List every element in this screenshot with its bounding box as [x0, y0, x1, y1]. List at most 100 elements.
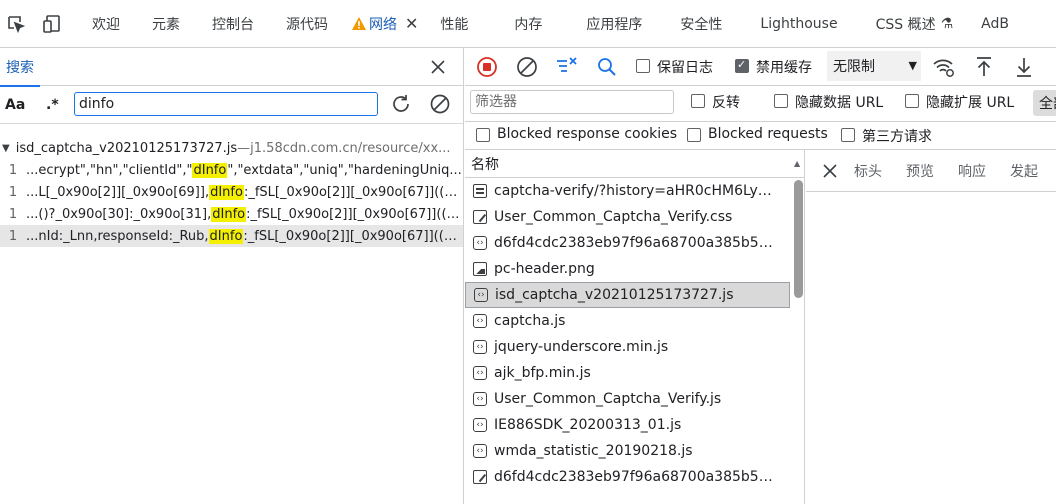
- request-row[interactable]: User_Common_Captcha_Verify.js: [465, 386, 790, 412]
- request-name: isd_captcha_v20210125173727.js: [495, 287, 734, 303]
- match-after: :_fSL[_0x90o[2]][_0x90o[67]]((0,_t...: [243, 184, 462, 200]
- tab-welcome[interactable]: 欢迎: [76, 0, 136, 47]
- tab-security[interactable]: 安全性: [658, 0, 738, 47]
- disable-cache-checkbox[interactable]: [735, 58, 749, 73]
- tab-lighthouse[interactable]: Lighthouse: [738, 0, 853, 47]
- throttling-select[interactable]: 无限制 ▼: [827, 51, 921, 81]
- match-line-number: 1: [8, 162, 18, 178]
- close-tab-icon[interactable]: ✕: [405, 14, 418, 33]
- request-list: 名称 ▲ captcha-verify/?history=aHR0cHM6Ly9…: [465, 150, 805, 504]
- request-row[interactable]: captcha-verify/?history=aHR0cHM6Ly9ia...: [465, 178, 790, 204]
- result-file-path: j1.58cdn.com.cn/resource/xx...: [250, 140, 451, 156]
- disable-cache-label: 禁用缓存: [756, 60, 812, 76]
- match-before: ...nId:_Lnn,responseId:_Rub,: [26, 228, 209, 244]
- match-before: ...()?_0x90o[30]:_0x90o[31],: [26, 206, 212, 222]
- network-panel: 保留日志 禁用缓存 无限制 ▼ 反转 隐藏数据 URL 隐藏扩展 URL 全部 …: [465, 48, 1056, 504]
- clear-search-icon[interactable]: [428, 92, 452, 116]
- filter-bar: 反转 隐藏数据 URL 隐藏扩展 URL 全部: [465, 86, 1056, 122]
- tab-headers[interactable]: 标头: [842, 161, 894, 181]
- tab-memory[interactable]: 内存: [484, 0, 558, 47]
- filter-bar-secondary: Blocked response cookies Blocked request…: [465, 122, 1056, 150]
- match-line-number: 1: [8, 184, 18, 200]
- search-match-row[interactable]: 1 ...()?_0x90o[30]:_0x90o[31],dInfo:_fSL…: [0, 203, 463, 225]
- scrollbar-thumb[interactable]: [794, 180, 803, 298]
- tab-initiator[interactable]: 发起: [998, 161, 1050, 181]
- request-row[interactable]: User_Common_Captcha_Verify.css: [465, 204, 790, 230]
- hide-data-urls-checkbox[interactable]: [774, 94, 788, 108]
- js-file-icon: [473, 236, 487, 250]
- js-file-icon: [473, 314, 487, 328]
- blocked-requests-label: Blocked requests: [708, 126, 828, 142]
- regex-button[interactable]: .*: [46, 97, 59, 113]
- experiment-flask-icon: ⚗: [940, 15, 954, 32]
- search-match-row[interactable]: 1 ...ecrypt","hn","clientId","dInfo","ex…: [0, 159, 463, 181]
- blocked-cookies-checkbox[interactable]: [476, 128, 490, 142]
- match-line-number: 1: [8, 228, 18, 244]
- tab-sources[interactable]: 源代码: [270, 0, 344, 47]
- tab-application[interactable]: 应用程序: [558, 0, 658, 47]
- request-name: d6fd4cdc2383eb97f96a68700a385b53.js: [494, 235, 779, 251]
- request-row[interactable]: IE886SDK_20200313_01.js: [465, 412, 790, 438]
- tab-search[interactable]: 搜索: [0, 48, 40, 87]
- third-party-checkbox[interactable]: [841, 128, 855, 142]
- record-stop-icon[interactable]: [475, 55, 499, 79]
- device-toolbar-icon[interactable]: [42, 12, 66, 36]
- inspect-element-icon[interactable]: [4, 12, 28, 36]
- tab-network[interactable]: 网络 ✕: [344, 0, 427, 47]
- js-file-icon: [473, 392, 487, 406]
- search-input[interactable]: [74, 92, 378, 116]
- close-search-icon[interactable]: [427, 56, 449, 78]
- tab-css-overview[interactable]: CSS 概述 ⚗: [854, 0, 970, 47]
- result-file-row[interactable]: ▼ isd_captcha_v20210125173727.js — j1.58…: [0, 137, 463, 159]
- tab-performance[interactable]: 性能: [426, 0, 484, 47]
- request-row[interactable]: wmda_statistic_20190218.js: [465, 438, 790, 464]
- request-row[interactable]: ajk_bfp.min.js: [465, 360, 790, 386]
- filter-input[interactable]: [470, 90, 674, 114]
- blocked-requests-checkbox[interactable]: [687, 128, 701, 142]
- filter-all-button[interactable]: 全部: [1033, 90, 1056, 116]
- request-row[interactable]: d6fd4cdc2383eb97f96a68700a385b53.css: [465, 464, 790, 490]
- search-panel: 搜索 Aa .* ▼ isd_captcha_v20210125173727.j…: [0, 48, 464, 504]
- name-column-header[interactable]: 名称 ▲: [465, 150, 804, 178]
- request-name: ajk_bfp.min.js: [494, 365, 591, 381]
- request-row[interactable]: captcha.js: [465, 308, 790, 334]
- search-match-row-selected[interactable]: 1 ...nId:_Lnn,responseId:_Rub,dInfo:_fSL…: [0, 225, 463, 247]
- scroll-up-arrow-icon[interactable]: ▲: [794, 159, 800, 168]
- request-rows: captcha-verify/?history=aHR0cHM6Ly9ia...…: [465, 178, 804, 490]
- preserve-log-checkbox[interactable]: [636, 59, 650, 73]
- search-match-row[interactable]: 1 ...L[_0x90o[2]][_0x90o[69]],dInfo:_fSL…: [0, 181, 463, 203]
- img-file-icon: [473, 262, 487, 276]
- request-row[interactable]: pc-header.png: [465, 256, 790, 282]
- expand-triangle-icon[interactable]: ▼: [2, 143, 10, 154]
- match-case-button[interactable]: Aa: [5, 97, 25, 113]
- match-text: ...nId:_Lnn,responseId:_Rub,dInfo:_fSL[_…: [26, 228, 462, 244]
- request-detail-tabs: 标头 预览 响应 发起: [806, 150, 1056, 192]
- export-har-icon[interactable]: [1012, 55, 1036, 79]
- request-row[interactable]: d6fd4cdc2383eb97f96a68700a385b53.js: [465, 230, 790, 256]
- filter-icon[interactable]: [555, 55, 579, 79]
- request-name: pc-header.png: [494, 261, 595, 277]
- match-line-number: 1: [8, 206, 18, 222]
- match-before: ...ecrypt","hn","clientId",": [26, 162, 193, 178]
- search-icon[interactable]: [595, 55, 619, 79]
- hide-extension-urls-checkbox[interactable]: [905, 94, 919, 108]
- request-row[interactable]: jquery-underscore.min.js: [465, 334, 790, 360]
- blocked-cookies-label: Blocked response cookies: [497, 126, 678, 142]
- tab-preview[interactable]: 预览: [894, 161, 946, 181]
- result-file-name: isd_captcha_v20210125173727.js: [15, 140, 238, 156]
- request-name: wmda_statistic_20190218.js: [494, 443, 693, 459]
- tab-elements[interactable]: 元素: [136, 0, 196, 47]
- tab-console[interactable]: 控制台: [196, 0, 270, 47]
- tab-response[interactable]: 响应: [946, 161, 998, 181]
- close-detail-icon[interactable]: [818, 159, 842, 183]
- tab-adblock[interactable]: AdB: [969, 0, 1025, 47]
- clear-log-icon[interactable]: [515, 55, 539, 79]
- invert-checkbox[interactable]: [691, 94, 705, 108]
- request-row-selected[interactable]: isd_captcha_v20210125173727.js: [465, 282, 790, 308]
- network-conditions-icon[interactable]: [932, 55, 956, 79]
- refresh-icon[interactable]: [389, 92, 413, 116]
- import-har-icon[interactable]: [972, 55, 996, 79]
- match-text: ...ecrypt","hn","clientId","dInfo","extd…: [26, 162, 462, 178]
- hide-extension-urls-label: 隐藏扩展 URL: [926, 95, 1015, 111]
- match-after: :_fSL[_0x90o[2]][_0x90o[67]]((0,_t...: [246, 206, 462, 222]
